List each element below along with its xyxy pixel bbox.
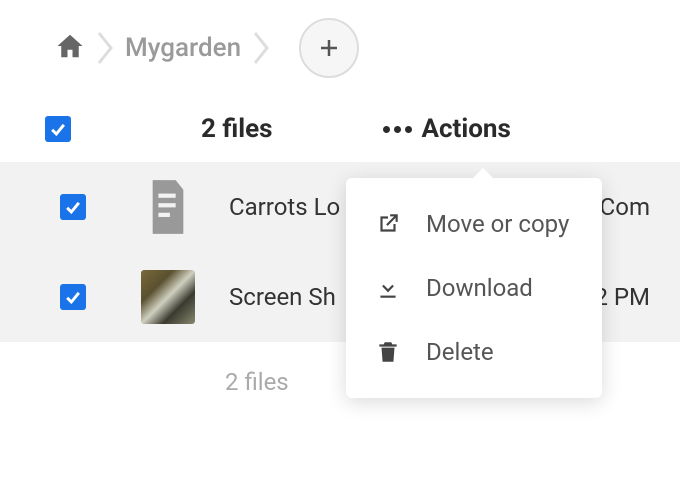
menu-item-label: Delete [426,338,494,366]
list-header: 2 files Actions [0,96,680,162]
file-count-label: 2 files [201,114,273,144]
file-name: Screen Sh [229,283,336,311]
breadcrumb-folder[interactable]: Mygarden [125,33,241,63]
download-icon [374,274,402,302]
external-link-icon [374,210,402,238]
menu-item-label: Move or copy [426,210,569,238]
trash-icon [374,338,402,366]
chevron-right-icon [85,26,125,70]
menu-item-delete[interactable]: Delete [346,320,602,384]
image-thumbnail-icon [141,270,195,324]
row-checkbox[interactable] [60,194,86,220]
dots-icon [383,126,412,133]
breadcrumb: Mygarden [0,0,680,96]
menu-item-label: Download [426,274,533,302]
home-icon[interactable] [55,31,85,65]
actions-button[interactable]: Actions [383,114,511,144]
chevron-right-icon [241,26,281,70]
document-icon [141,180,195,234]
select-all-checkbox[interactable] [45,116,71,142]
actions-label: Actions [422,114,511,144]
file-name: Carrots Lo [229,193,340,221]
menu-item-download[interactable]: Download [346,256,602,320]
row-checkbox[interactable] [60,284,86,310]
actions-menu: Move or copy Download Delete [346,178,602,398]
add-button[interactable] [299,18,359,78]
menu-item-move[interactable]: Move or copy [346,192,602,256]
